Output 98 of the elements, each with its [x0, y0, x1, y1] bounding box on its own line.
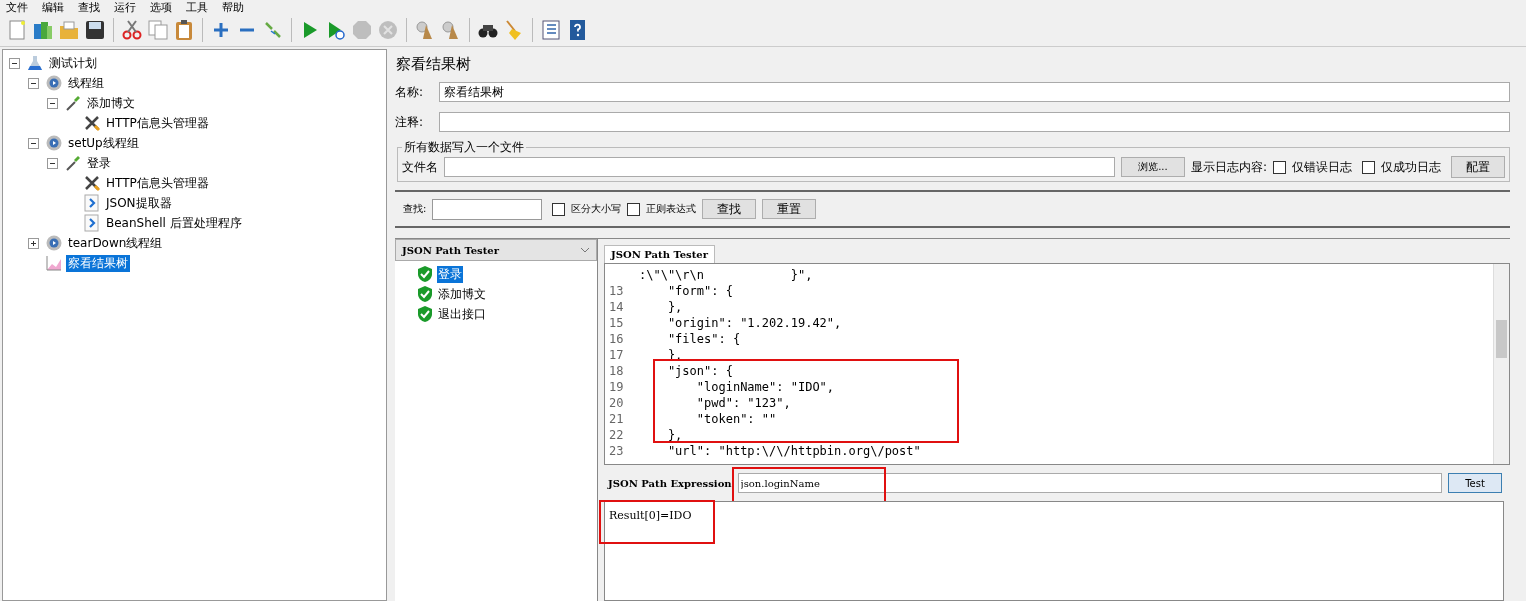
checkbox[interactable]	[1273, 160, 1286, 174]
code-line: },	[666, 299, 683, 315]
menu-item[interactable]: 查找	[78, 0, 100, 14]
renderer-dropdown[interactable]: JSON Path Tester	[395, 239, 597, 261]
collapse-icon[interactable]	[28, 77, 39, 89]
code-line: :\"\"\r\n }",	[639, 267, 813, 283]
wrench-icon	[83, 174, 101, 192]
tree-item[interactable]: JSON提取器	[104, 194, 174, 212]
chevron-icon	[580, 247, 590, 253]
gear-icon	[45, 134, 63, 152]
gear-icon	[45, 234, 63, 252]
line-number: 20	[608, 395, 625, 411]
code-line: "token": ""	[695, 411, 777, 427]
wrench-icon	[83, 114, 101, 132]
scissors-icon[interactable]	[121, 19, 143, 41]
line-number: 13	[608, 283, 625, 299]
code-line: "url": "http:\/\/httpbin.org\/post"	[666, 443, 921, 459]
books-icon[interactable]	[32, 19, 54, 41]
group-title: 所有数据写入一个文件	[403, 139, 525, 156]
scrollbar[interactable]	[1493, 264, 1509, 464]
checkbox-label: 正则表达式	[646, 202, 697, 216]
menu-item[interactable]: 运行	[114, 0, 136, 14]
clipboard-icon[interactable]	[173, 19, 195, 41]
code-line: "files": {	[666, 331, 741, 347]
panel-title: 察看结果树	[396, 54, 472, 75]
filename-field[interactable]	[444, 157, 1115, 177]
shield-check-icon	[417, 305, 433, 323]
line-number: 14	[608, 299, 625, 315]
line-number: 19	[608, 379, 625, 395]
collapse-icon[interactable]	[9, 57, 20, 69]
search-field[interactable]	[432, 198, 543, 220]
reset-button[interactable]: 重置	[762, 199, 817, 219]
line-number: 21	[608, 411, 625, 427]
comment-field[interactable]	[439, 112, 1510, 132]
line-number: 23	[608, 443, 625, 459]
result-text: Result[0]=IDO	[609, 509, 692, 522]
line-number: 17	[608, 347, 625, 363]
field-label: 文件名	[402, 158, 438, 176]
result-item[interactable]: 退出接口	[437, 305, 487, 323]
gear-icon	[45, 74, 63, 92]
configure-button[interactable]: 配置	[1451, 156, 1505, 178]
expand-icon[interactable]	[28, 237, 39, 249]
checkbox[interactable]	[627, 202, 641, 216]
tree-item[interactable]: 测试计划	[47, 54, 99, 72]
script-icon	[83, 194, 101, 212]
line-number: 15	[608, 315, 625, 331]
menu-item[interactable]: 文件	[6, 0, 28, 14]
script-icon	[83, 214, 101, 232]
tree-item[interactable]: tearDown线程组	[66, 234, 165, 252]
tree-item[interactable]: 线程组	[66, 74, 106, 92]
shield-check-icon	[417, 285, 433, 303]
checkbox[interactable]	[552, 202, 566, 216]
menu-item[interactable]: 选项	[150, 0, 172, 14]
dropper-icon	[64, 154, 82, 172]
result-item[interactable]: 添加博文	[437, 285, 487, 303]
field-label: 注释:	[395, 113, 425, 131]
expression-label: JSON Path Expression	[608, 477, 732, 489]
dropper-icon	[64, 94, 82, 112]
tree-item[interactable]: setUp线程组	[66, 134, 141, 152]
checkbox-label: 区分大小写	[571, 202, 622, 216]
result-item[interactable]: 登录	[437, 265, 463, 283]
checkbox-label: 仅成功日志	[1381, 158, 1441, 176]
line-number: 18	[608, 363, 625, 379]
shield-check-icon	[417, 265, 433, 283]
tree-item[interactable]: HTTP信息头管理器	[104, 174, 211, 192]
line-number: 22	[608, 427, 625, 443]
field-label: 名称:	[395, 83, 425, 101]
search-label: 查找:	[403, 202, 427, 216]
code-line: "origin": "1.202.19.42",	[666, 315, 842, 331]
code-line: "pwd": "123",	[695, 395, 791, 411]
code-line: },	[666, 427, 683, 443]
find-button[interactable]: 查找	[702, 199, 757, 219]
menu-item[interactable]: 帮助	[222, 0, 244, 14]
flask-icon	[26, 54, 44, 72]
tree-item[interactable]: BeanShell 后置处理程序	[104, 214, 244, 232]
list-icon[interactable]	[540, 19, 562, 41]
checkbox[interactable]	[1362, 160, 1375, 174]
tree-item[interactable]: 察看结果树	[66, 254, 130, 272]
collapse-icon[interactable]	[28, 137, 39, 149]
tree-item[interactable]: HTTP信息头管理器	[104, 114, 211, 132]
name-field[interactable]: 察看结果树	[439, 82, 1510, 102]
collapse-icon[interactable]	[47, 157, 58, 169]
code-line: "form": {	[666, 283, 733, 299]
collapse-icon[interactable]	[47, 97, 58, 109]
checkbox-label: 仅错误日志	[1292, 158, 1352, 176]
tree-item[interactable]: 登录	[85, 154, 113, 172]
code-line: "json": {	[666, 363, 733, 379]
menu-item[interactable]: 编辑	[42, 0, 64, 14]
tree-item[interactable]: 添加博文	[85, 94, 137, 112]
test-button[interactable]: Test	[1448, 473, 1502, 493]
browse-button[interactable]: 浏览...	[1120, 157, 1185, 177]
menu-item[interactable]: 工具	[186, 0, 208, 14]
chart-icon	[45, 254, 63, 272]
line-number: 16	[608, 331, 625, 347]
save-icon[interactable]	[84, 19, 106, 41]
log-label: 显示日志内容:	[1190, 158, 1267, 176]
code-line: "loginName": "IDO",	[695, 379, 835, 395]
tab[interactable]: JSON Path Tester	[604, 245, 715, 263]
